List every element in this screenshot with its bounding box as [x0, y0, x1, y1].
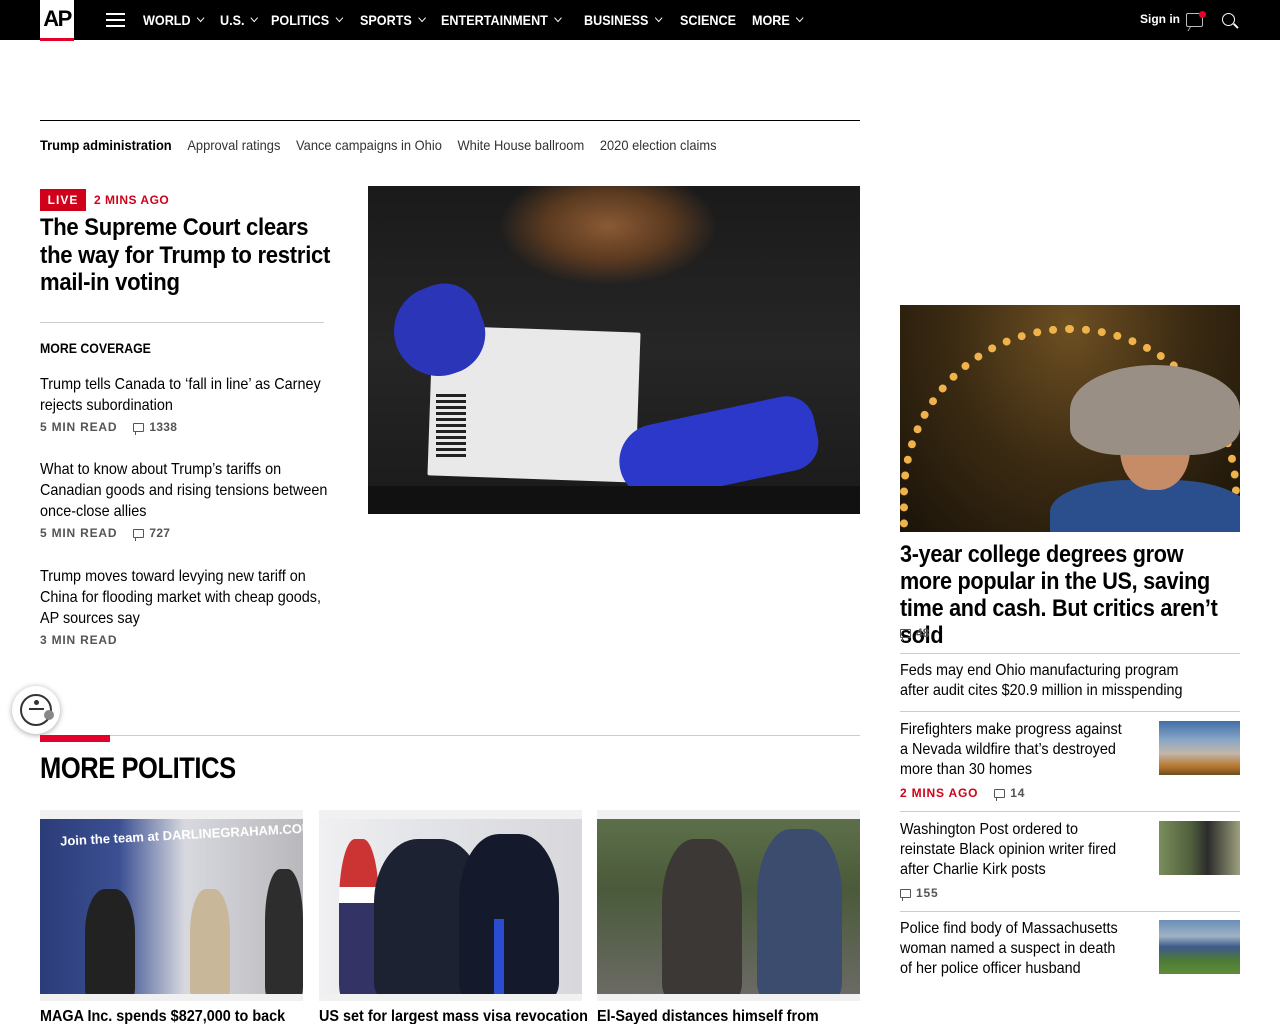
coverage-headline[interactable]: What to know about Trump’s tariffs on Ca… [40, 459, 337, 522]
sidebar-meta: 2 MINS AGO 14 [900, 786, 1025, 801]
section-accent-bar [40, 735, 110, 742]
comment-icon [994, 788, 1006, 801]
politics-card[interactable] [597, 810, 860, 1001]
politics-card[interactable]: Join the team at DARLINEGRAHAM.COM [40, 810, 303, 1001]
topic-link[interactable]: Trump administration [40, 137, 172, 153]
comment-icon [133, 422, 145, 435]
nav-world[interactable]: WORLD [143, 12, 205, 28]
ap-logo[interactable]: AP [40, 0, 74, 41]
topic-link[interactable]: Approval ratings [187, 137, 280, 153]
politics-card[interactable] [319, 810, 582, 1001]
sidebar-headline[interactable]: Firefighters make progress against a Nev… [900, 720, 1125, 780]
feature-headline[interactable]: 3-year college degrees grow more popular… [900, 541, 1240, 649]
writer-thumbnail[interactable] [1159, 821, 1240, 875]
more-politics-heading: MORE POLITICS [40, 752, 236, 785]
nav-us[interactable]: U.S. [220, 12, 259, 28]
section-divider [40, 735, 860, 736]
card-headline[interactable]: El-Sayed distances himself from [597, 1008, 819, 1024]
nav-more[interactable]: MORE [752, 12, 804, 28]
comment-icon [900, 628, 911, 641]
comment-count[interactable]: 727 [133, 526, 170, 541]
comment-count[interactable]: 14 [994, 786, 1025, 801]
card-headline[interactable]: MAGA Inc. spends $827,000 to back [40, 1008, 285, 1024]
topic-link[interactable]: 2020 election claims [600, 137, 717, 153]
read-time: 5 MIN READ [40, 420, 118, 434]
divider [900, 711, 1240, 712]
chevron-down-icon [654, 13, 663, 23]
coverage-meta: 5 MIN READ 1338 [40, 420, 360, 435]
more-coverage-heading: MORE COVERAGE [40, 340, 151, 356]
accessibility-icon[interactable] [12, 686, 60, 734]
comment-icon [900, 888, 911, 901]
coverage-headline[interactable]: Trump moves toward levying new tariff on… [40, 566, 337, 629]
timestamp: 2 MINS AGO [900, 786, 979, 800]
accessibility-settings-icon[interactable] [44, 710, 54, 720]
notification-dot [1199, 11, 1206, 18]
divider [900, 811, 1240, 812]
card-headline[interactable]: US set for largest mass visa revocation [319, 1008, 588, 1024]
feature-photo-college[interactable] [900, 305, 1240, 532]
search-icon[interactable] [1222, 13, 1235, 26]
chevron-down-icon [795, 13, 804, 23]
wildfire-thumbnail[interactable] [1159, 721, 1240, 775]
chevron-down-icon [196, 13, 205, 23]
comment-icon [133, 528, 145, 541]
comment-count[interactable]: 155 [900, 886, 938, 901]
nav-science[interactable]: SCIENCE [680, 12, 736, 28]
lead-photo-mail-ballot[interactable] [368, 186, 860, 514]
read-time: 3 MIN READ [40, 633, 118, 647]
read-time: 5 MIN READ [40, 526, 118, 540]
chevron-down-icon [335, 13, 343, 23]
sidebar-headline[interactable]: Police find body of Massachusetts woman … [900, 919, 1125, 979]
coverage-headline[interactable]: Trump tells Canada to ‘fall in line’ as … [40, 374, 337, 416]
main-nav: WORLD U.S. POLITICS SPORTS ENTERTAINMENT… [143, 0, 818, 40]
coverage-meta: 5 MIN READ 727 [40, 526, 360, 541]
lead-headline[interactable]: The Supreme Court clears the way for Tru… [40, 214, 334, 297]
divider [40, 322, 324, 323]
nav-entertainment[interactable]: ENTERTAINMENT [441, 12, 562, 28]
coverage-meta: 3 MIN READ [40, 633, 360, 647]
topics-divider [40, 120, 860, 121]
coverage-item: Trump moves toward levying new tariff on… [40, 566, 360, 647]
sidebar-headline[interactable]: Washington Post ordered to reinstate Bla… [900, 820, 1125, 880]
comment-count[interactable]: 1338 [133, 420, 177, 435]
menu-icon[interactable] [106, 13, 125, 27]
comment-count[interactable]: 48 [900, 626, 929, 641]
nav-politics[interactable]: POLITICS [271, 12, 343, 28]
chevron-down-icon [250, 13, 259, 23]
topic-link[interactable]: White House ballroom [457, 137, 584, 153]
nav-business[interactable]: BUSINESS [584, 12, 663, 28]
top-navigation-bar: AP WORLD U.S. POLITICS SPORTS ENTERTAINM… [0, 0, 1280, 41]
topic-link[interactable]: Vance campaigns in Ohio [296, 137, 442, 153]
card-photo [319, 819, 582, 994]
house-thumbnail[interactable] [1159, 920, 1240, 974]
divider [900, 653, 1240, 654]
nav-sports[interactable]: SPORTS [360, 12, 426, 28]
banner-text: Join the team at DARLINEGRAHAM.COM [59, 820, 303, 849]
card-photo [597, 819, 860, 994]
trending-topics: Trump administration Approval ratings Va… [40, 137, 732, 153]
coverage-item: Trump tells Canada to ‘fall in line’ as … [40, 374, 360, 435]
card-photo: Join the team at DARLINEGRAHAM.COM [40, 819, 303, 994]
chevron-down-icon [554, 13, 562, 23]
coverage-item: What to know about Trump’s tariffs on Ca… [40, 459, 360, 541]
live-badge: LIVE [40, 189, 86, 211]
chevron-down-icon [417, 13, 426, 23]
sidebar-headline[interactable]: Feds may end Ohio manufacturing program … [900, 661, 1197, 701]
lead-timestamp: 2 MINS AGO [94, 193, 170, 207]
signin-link[interactable]: Sign in [1140, 12, 1180, 26]
divider [900, 911, 1240, 912]
